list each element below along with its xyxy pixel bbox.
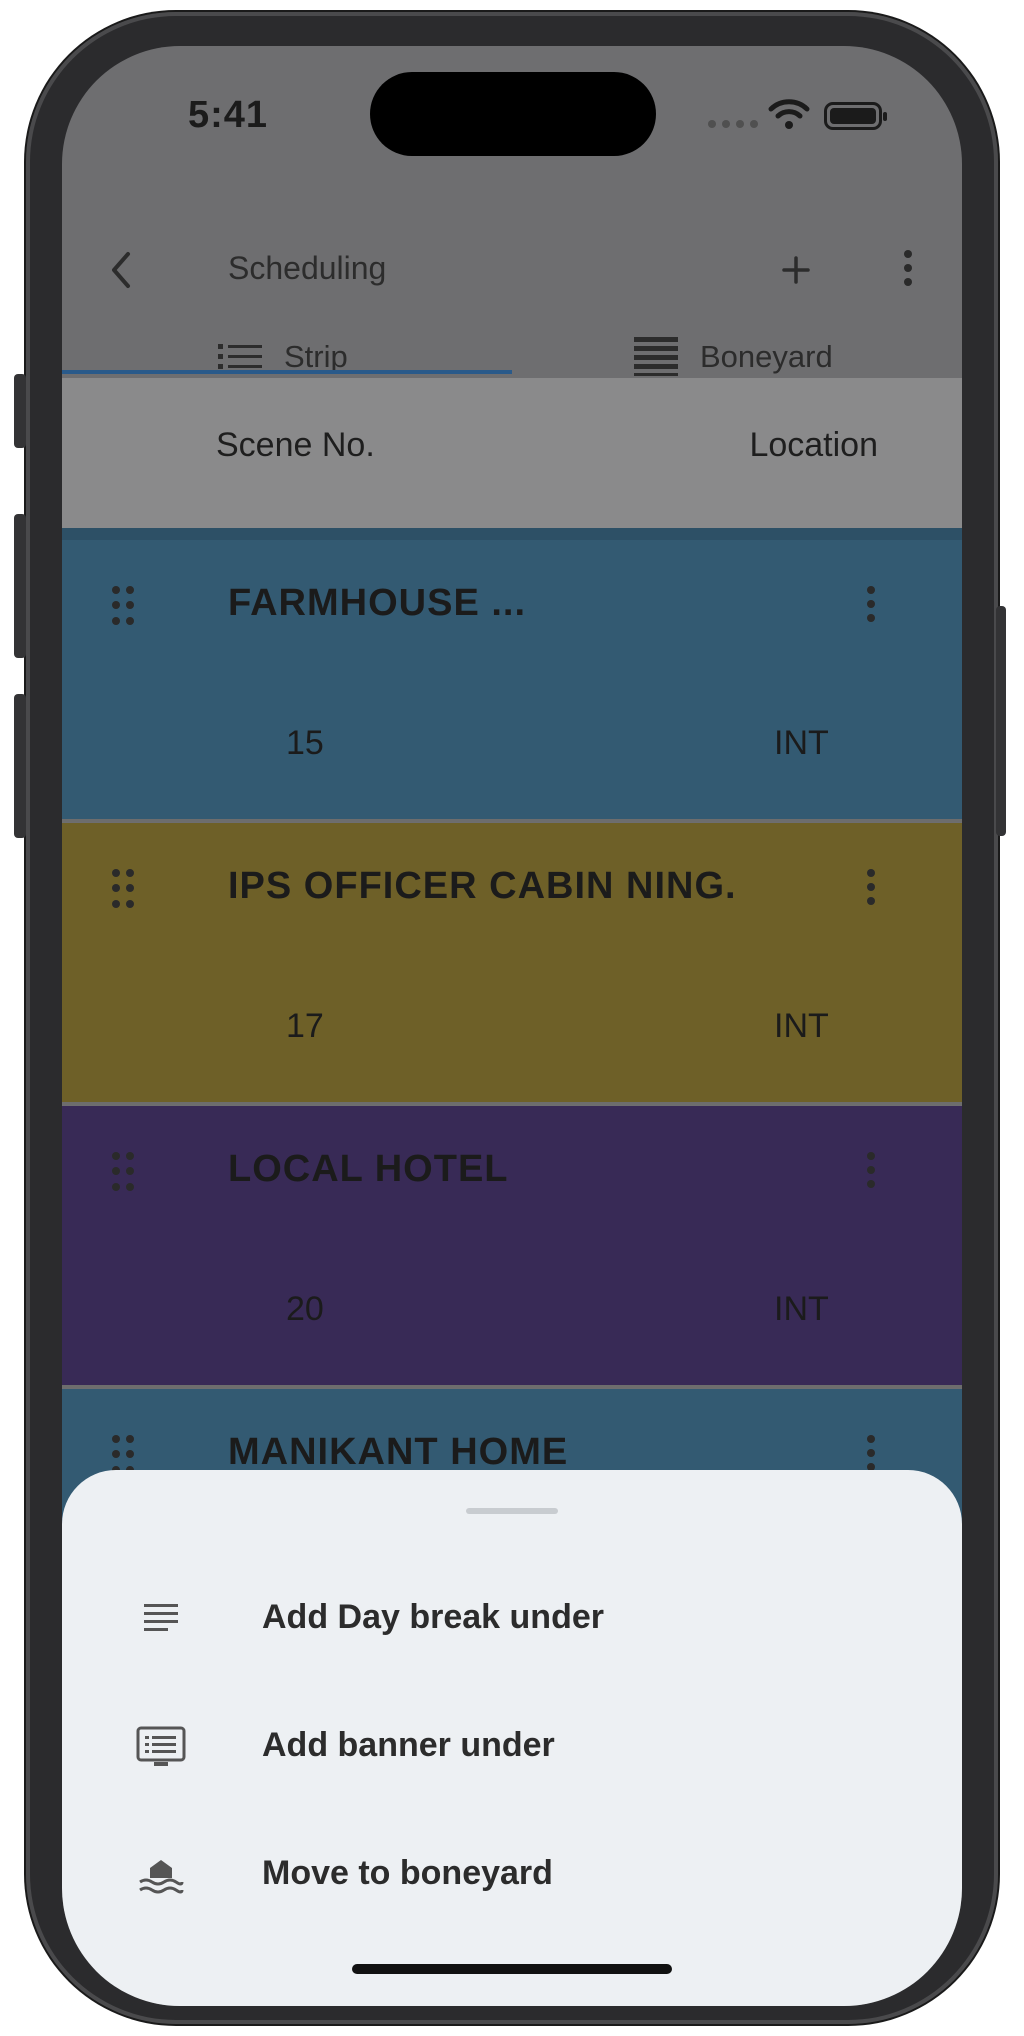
strip-int-ext: INT — [774, 1290, 829, 1328]
silent-switch — [14, 374, 26, 448]
add-banner-button[interactable]: Add banner under — [62, 1686, 962, 1806]
boneyard-icon — [139, 1860, 184, 1894]
sheet-drag-handle[interactable] — [466, 1508, 558, 1514]
status-bar: 5:41 — [62, 46, 962, 186]
column-location: Location — [749, 426, 878, 464]
lines-icon — [144, 1604, 178, 1631]
list-icon — [218, 344, 262, 369]
drag-handle-icon[interactable] — [112, 869, 136, 909]
add-day-break-label: Add Day break under — [262, 1598, 604, 1636]
add-icon[interactable] — [776, 250, 816, 290]
strip-scene-number: 17 — [286, 1007, 324, 1045]
strip-menu-icon[interactable] — [866, 1152, 876, 1192]
drag-handle-icon[interactable] — [112, 1435, 136, 1475]
header-divider — [62, 528, 962, 540]
move-to-boneyard-button[interactable]: Move to boneyard — [62, 1814, 962, 1934]
strip-menu-icon[interactable] — [866, 1435, 876, 1475]
volume-up-button — [14, 514, 26, 658]
battery-icon — [824, 102, 887, 130]
stacked-lines-icon — [634, 337, 678, 376]
column-scene-no: Scene No. — [216, 426, 375, 464]
strip-location-name: IPS OFFICER CABIN NING. — [228, 865, 737, 907]
power-button — [996, 606, 1006, 836]
more-options-icon[interactable] — [898, 250, 918, 290]
page-title: Scheduling — [228, 250, 387, 286]
strip-row[interactable]: IPS OFFICER CABIN NING. 17 INT — [62, 823, 962, 1105]
strip-menu-icon[interactable] — [866, 869, 876, 909]
back-icon[interactable] — [98, 246, 146, 294]
bottom-sheet: Add Day break under Add banner under Mov… — [62, 1470, 962, 2006]
status-time: 5:41 — [188, 94, 269, 136]
strip-location-name: FARMHOUSE ... — [228, 582, 527, 624]
banner-icon — [136, 1726, 186, 1766]
drag-handle-icon[interactable] — [112, 1152, 136, 1192]
strip-row[interactable]: LOCAL HOTEL 20 INT — [62, 1106, 962, 1388]
dynamic-island — [370, 72, 656, 156]
active-tab-indicator — [62, 370, 512, 374]
strip-row[interactable]: FARMHOUSE ... 15 INT — [62, 540, 962, 822]
volume-down-button — [14, 694, 26, 838]
add-banner-label: Add banner under — [262, 1726, 555, 1764]
home-indicator — [352, 1964, 672, 1974]
strip-int-ext: INT — [774, 1007, 829, 1045]
screen: 5:41 Scheduling Strip Boneyard Scene No.… — [62, 46, 962, 2006]
add-day-break-button[interactable]: Add Day break under — [62, 1558, 962, 1678]
column-header: Scene No. Location — [62, 378, 962, 528]
wifi-icon — [768, 99, 810, 129]
strip-scene-number: 15 — [286, 724, 324, 762]
drag-handle-icon[interactable] — [112, 586, 136, 626]
cellular-signal-icon — [708, 120, 758, 128]
strip-location-name: LOCAL HOTEL — [228, 1148, 509, 1190]
strip-int-ext: INT — [774, 724, 829, 762]
strip-scene-number: 20 — [286, 1290, 324, 1328]
strip-menu-icon[interactable] — [866, 586, 876, 626]
tab-boneyard-label: Boneyard — [700, 339, 833, 374]
strip-location-name: MANIKANT HOME — [228, 1431, 569, 1473]
move-to-boneyard-label: Move to boneyard — [262, 1854, 553, 1892]
